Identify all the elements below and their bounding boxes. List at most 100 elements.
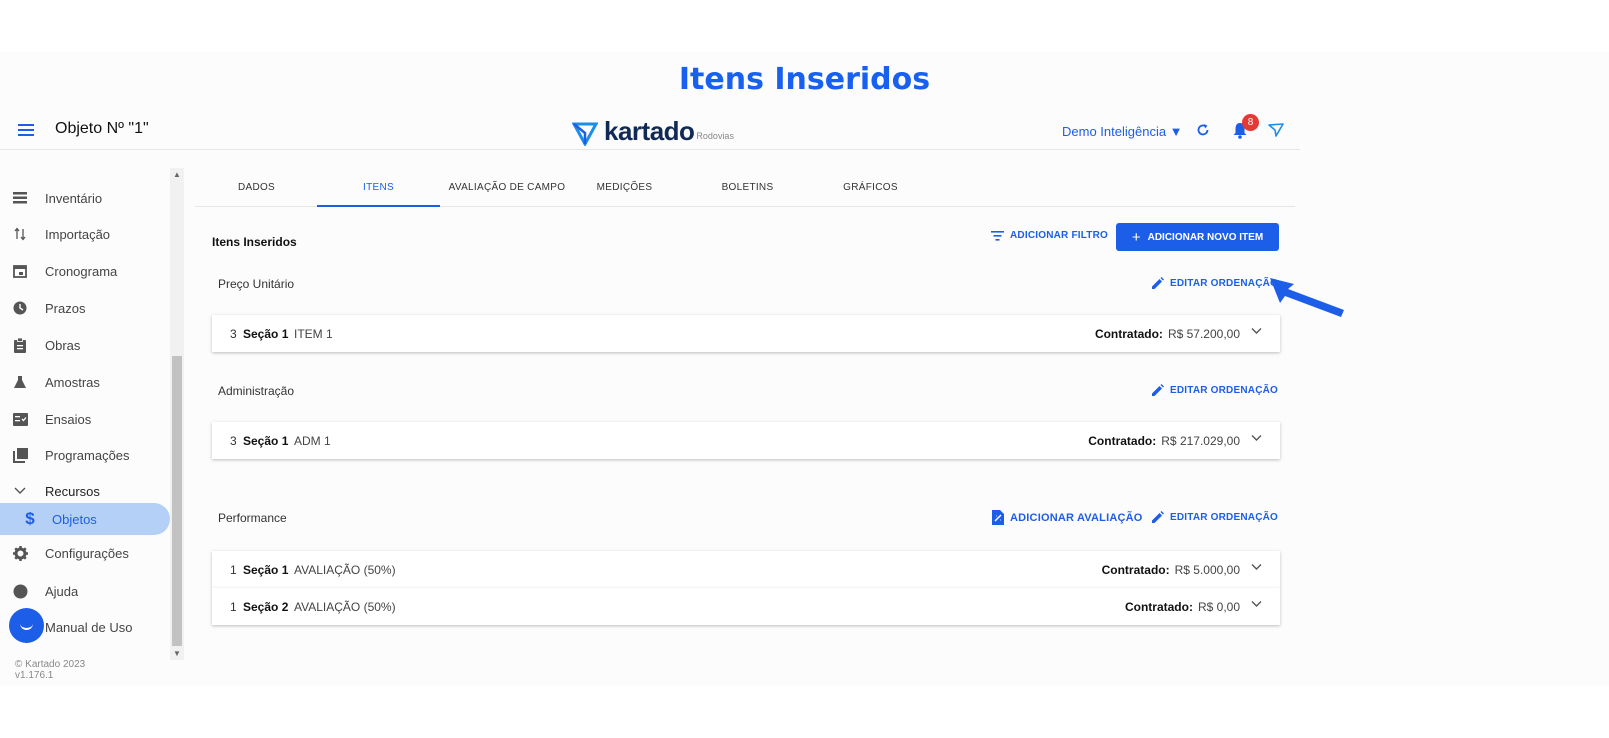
sidebar-item-objetos[interactable]: $ Objetos [0, 503, 170, 535]
copyright: © Kartado 2023 v1.176.1 [15, 659, 85, 681]
sidebar-item-configuracoes[interactable]: Configurações [0, 538, 170, 568]
chevron-down-icon[interactable] [1251, 600, 1262, 608]
sidebar-item-label: Recursos [45, 483, 100, 499]
sidebar-item-label: Cronograma [45, 263, 118, 279]
group-label-preco-unitario: Preço Unitário [218, 277, 295, 291]
row-section: Seção 1 [243, 327, 289, 341]
add-document-icon [992, 510, 1004, 525]
contracted-value: R$ 0,00 [1197, 600, 1240, 614]
tab-bar: DADOS ITENS AVALIAÇÃO DE CAMPO MEDIÇÕES … [195, 172, 1295, 207]
edit-order-label: EDITAR ORDENAÇÃO [1170, 384, 1279, 396]
row-contracted: Contratado: R$ 217.029,00 [1088, 434, 1240, 448]
plus-icon: + [1131, 228, 1141, 246]
user-menu[interactable]: Demo Inteligência ▼ [1062, 124, 1183, 139]
chevron-down-icon[interactable] [1251, 327, 1262, 335]
sidebar-item-inventario[interactable]: Inventário [0, 183, 170, 213]
row-name: ITEM 1 [294, 327, 333, 341]
sidebar-item-recursos[interactable]: Recursos [0, 476, 170, 506]
pencil-icon [1152, 384, 1164, 396]
tab-avaliacao-de-campo[interactable]: AVALIAÇÃO DE CAMPO [440, 172, 574, 207]
send-icon[interactable] [1268, 123, 1284, 137]
refresh-icon[interactable] [1196, 123, 1210, 137]
edit-order-button[interactable]: EDITAR ORDENAÇÃO [1152, 384, 1278, 396]
contracted-label: Contratado: [1101, 563, 1170, 577]
sidebar-item-label: Ajuda [45, 583, 79, 599]
version-text: v1.176.1 [15, 670, 54, 681]
table-row[interactable]: 3 Seção 1 ADM 1 Contratado: R$ 217.029,00 [212, 422, 1280, 459]
sidebar-scrollbar[interactable]: ▲ ▼ [170, 168, 184, 660]
add-new-item-button[interactable]: + ADICIONAR NOVO ITEM [1116, 223, 1279, 251]
hamburger-menu-icon[interactable] [18, 124, 34, 136]
add-filter-label: ADICIONAR FILTRO [1010, 230, 1109, 241]
row-name: AVALIAÇÃO (50%) [294, 600, 396, 614]
annotation-arrow-icon [1270, 278, 1344, 317]
row-count: 1 [230, 563, 237, 577]
group-label-administracao: Administração [218, 384, 295, 398]
table-row[interactable]: 3 Seção 1 ITEM 1 Contratado: R$ 57.200,00 [212, 315, 1280, 352]
checklist-icon [12, 411, 28, 427]
edit-order-button[interactable]: EDITAR ORDENAÇÃO [1152, 277, 1278, 289]
clipboard-icon [12, 337, 28, 353]
row-contracted: Contratado: R$ 5.000,00 [1102, 563, 1240, 577]
flask-icon [12, 374, 28, 390]
row-count: 3 [230, 434, 237, 448]
sidebar-item-importacao[interactable]: Importação [0, 219, 170, 249]
filter-icon [991, 230, 1004, 241]
list-icon [12, 190, 28, 206]
kartado-logo-icon [572, 122, 598, 146]
calendar-icon [12, 263, 28, 279]
tab-boletins[interactable]: BOLETINS [686, 172, 809, 207]
pencil-icon [1152, 277, 1164, 289]
row-section: Seção 1 [243, 563, 289, 577]
sidebar-item-prazos[interactable]: Prazos [0, 293, 170, 323]
scroll-up-icon[interactable]: ▲ [173, 170, 181, 179]
slide-title: Itens Inseridos [678, 62, 931, 97]
object-title: Objeto Nº "1" [55, 120, 149, 137]
table-row[interactable]: 1 Seção 1 AVALIAÇÃO (50%) Contratado: R$ … [212, 551, 1280, 588]
add-evaluation-button[interactable]: ADICIONAR AVALIAÇÃO [992, 510, 1143, 525]
pencil-icon [1152, 511, 1164, 523]
row-contracted: Contratado: R$ 0,00 [1125, 600, 1240, 614]
sidebar-item-label: Objetos [52, 511, 97, 527]
sidebar-item-label: Prazos [45, 300, 86, 316]
chevron-down-icon[interactable] [1251, 434, 1262, 442]
sidebar-item-ensaios[interactable]: Ensaios [0, 404, 170, 434]
chevron-down-icon[interactable] [1251, 563, 1262, 571]
contracted-value: R$ 57.200,00 [1167, 327, 1240, 341]
dollar-icon: $ [25, 509, 35, 528]
scroll-down-icon[interactable]: ▼ [173, 649, 181, 658]
help-icon [12, 583, 28, 599]
sidebar-item-obras[interactable]: Obras [0, 330, 170, 360]
contracted-label: Contratado: [1088, 434, 1157, 448]
row-count: 1 [230, 600, 237, 614]
group-label-performance: Performance [218, 511, 287, 525]
sidebar-item-cronograma[interactable]: Cronograma [0, 256, 170, 286]
row-name: AVALIAÇÃO (50%) [294, 563, 396, 577]
gear-icon [12, 545, 28, 561]
edit-order-button[interactable]: EDITAR ORDENAÇÃO [1152, 511, 1278, 523]
tab-itens[interactable]: ITENS [317, 172, 440, 207]
import-icon [12, 226, 28, 242]
tab-medicoes[interactable]: MEDIÇÕES [563, 172, 686, 207]
sidebar-item-label: Programações [45, 447, 130, 463]
add-filter-button[interactable]: ADICIONAR FILTRO [991, 230, 1108, 241]
tab-dados[interactable]: DADOS [195, 172, 318, 207]
contracted-value: R$ 5.000,00 [1174, 563, 1240, 577]
sidebar-item-amostras[interactable]: Amostras [0, 367, 170, 397]
scroll-thumb[interactable] [172, 356, 182, 646]
chat-bubble-icon[interactable] [9, 608, 44, 643]
table-row[interactable]: 1 Seção 2 AVALIAÇÃO (50%) Contratado: R$ … [212, 588, 1280, 625]
sidebar-item-programacoes[interactable]: Programações [0, 440, 170, 470]
sidebar-item-label: Configurações [45, 545, 129, 561]
sidebar-item-ajuda[interactable]: Ajuda [0, 576, 170, 606]
brand-name: kartado [604, 116, 695, 146]
section-heading: Itens Inseridos [212, 235, 297, 249]
row-name: ADM 1 [294, 434, 331, 448]
kartado-logo: kartado Rodovias [572, 114, 734, 146]
tab-graficos[interactable]: GRÁFICOS [809, 172, 932, 207]
contracted-label: Contratado: [1094, 327, 1163, 341]
sidebar-item-label: Obras [45, 337, 81, 353]
row-section: Seção 1 [243, 434, 289, 448]
chevron-down-icon [12, 483, 28, 499]
contracted-label: Contratado: [1124, 600, 1193, 614]
